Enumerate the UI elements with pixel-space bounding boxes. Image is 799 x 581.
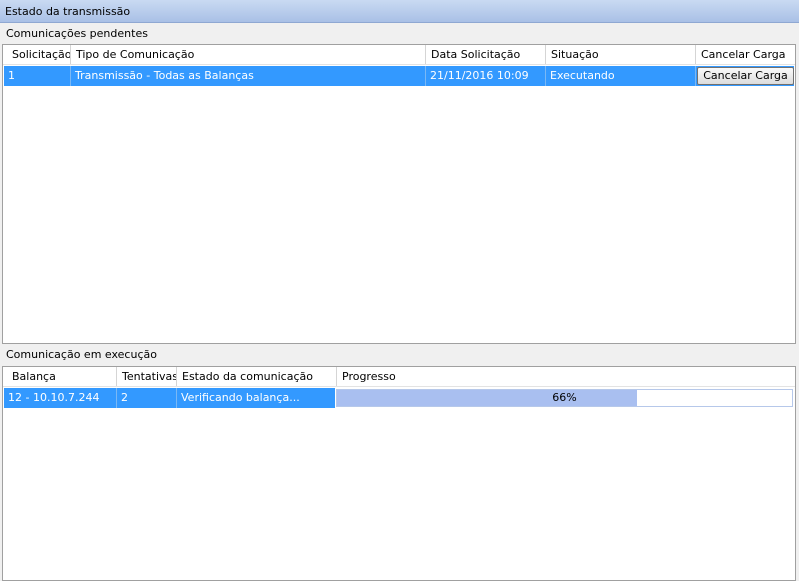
pending-section-label: Comunicações pendentes: [6, 27, 148, 40]
column-header-situacao[interactable]: Situação: [546, 45, 696, 64]
column-header-tentativas[interactable]: Tentativas: [117, 367, 177, 386]
column-header-progresso[interactable]: Progresso: [337, 367, 795, 386]
running-list[interactable]: Balança Tentativas Estado da comunicação…: [2, 366, 796, 581]
column-header-estado[interactable]: Estado da comunicação: [177, 367, 337, 386]
cell-situacao: Executando: [546, 66, 696, 86]
cell-estado: Verificando balança...: [181, 391, 300, 404]
cell-solicitacao: 1: [4, 66, 71, 86]
progress-bar: 66%: [336, 389, 793, 407]
cell-tipo: Transmissão - Todas as Balanças: [71, 66, 426, 86]
cancel-load-button[interactable]: Cancelar Carga: [697, 67, 794, 85]
table-row[interactable]: 1 Transmissão - Todas as Balanças 21/11/…: [4, 66, 794, 86]
table-row[interactable]: 12 - 10.10.7.244 2 Verificando balança..…: [4, 388, 335, 408]
column-header-solicitacao[interactable]: Solicitação: [7, 45, 71, 64]
cell-balanca: 12 - 10.10.7.244: [4, 388, 117, 408]
pending-list[interactable]: Solicitação Tipo de Comunicação Data Sol…: [2, 44, 796, 344]
column-header-data[interactable]: Data Solicitação: [426, 45, 546, 64]
cell-data: 21/11/2016 10:09: [426, 66, 546, 86]
progress-bar-label: 66%: [552, 391, 577, 404]
column-header-tipo[interactable]: Tipo de Comunicação: [71, 45, 426, 64]
column-header-cancelar[interactable]: Cancelar Carga: [696, 45, 795, 64]
running-section-label: Comunicação em execução: [6, 348, 157, 361]
cell-tentativas: 2: [117, 388, 177, 408]
pending-list-header: Solicitação Tipo de Comunicação Data Sol…: [3, 45, 795, 65]
window-title: Estado da transmissão: [0, 0, 799, 23]
column-header-balanca[interactable]: Balança: [7, 367, 117, 386]
running-list-header: Balança Tentativas Estado da comunicação…: [3, 367, 795, 387]
